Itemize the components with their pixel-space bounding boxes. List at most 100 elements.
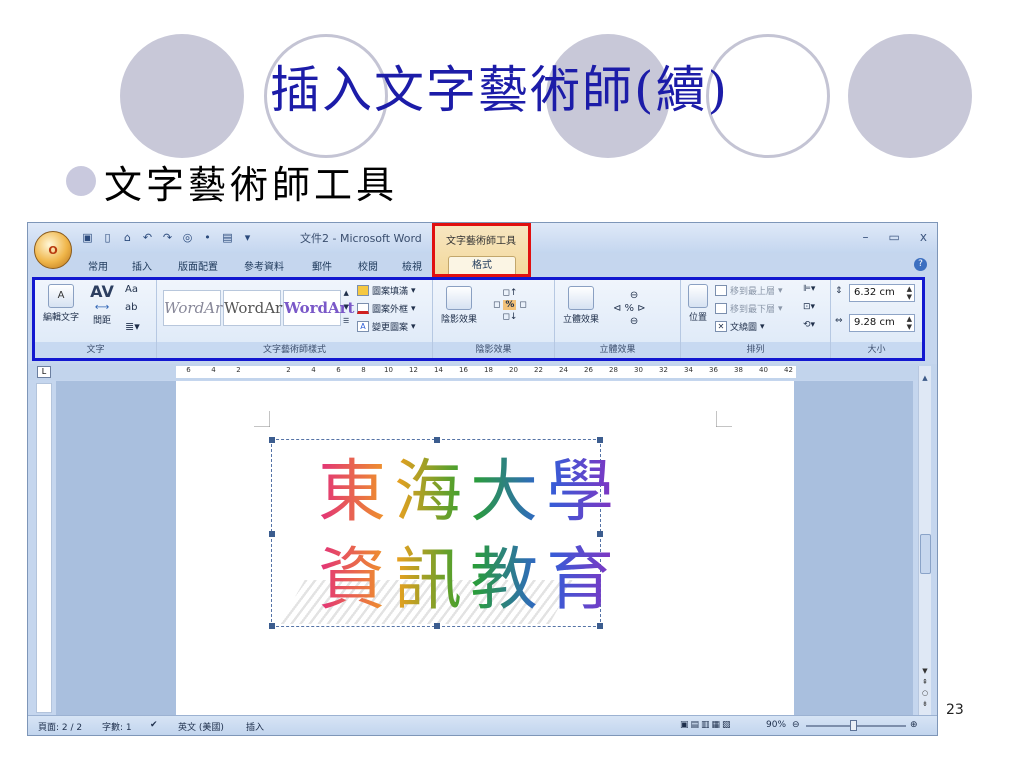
print-preview-icon[interactable]: ◎ xyxy=(180,231,195,245)
tilt-controls[interactable]: ⊖ ⊲ % ⊳ ⊖ xyxy=(613,290,646,327)
new-doc-icon[interactable]: ▯ xyxy=(100,231,115,245)
zoom-in-icon[interactable]: ⊕ xyxy=(910,720,918,730)
resize-handle[interactable] xyxy=(597,531,603,537)
height-spinner-icon[interactable]: ▲ ▼ xyxy=(907,285,912,301)
ruler-tick: 2 xyxy=(236,366,241,374)
minimize-button[interactable]: – xyxy=(863,230,869,244)
open-icon[interactable]: ▤ xyxy=(220,231,235,245)
insert-mode[interactable]: 插入 xyxy=(246,720,264,733)
resize-handle[interactable] xyxy=(597,623,603,629)
highlight-box xyxy=(432,223,531,277)
ruler-tick: 4 xyxy=(211,366,216,374)
wordart-object[interactable]: 東海大學 資訊教育 xyxy=(269,437,614,629)
width-input[interactable]: 9.28 cm ▲ ▼ xyxy=(849,314,915,332)
quick-access-toolbar: ▣ ▯ ⌂ ↶ ↷ ◎ • ▤ ▾ xyxy=(80,229,255,247)
zoom-slider-knob[interactable] xyxy=(850,720,857,731)
horizontal-ruler[interactable]: 6 4 2 2 4 6 8 10 12 14 16 18 20 22 24 26 28 30 32 34 36 38 40 4… xyxy=(176,366,796,378)
ruler-tick: 8 xyxy=(361,366,366,374)
width-spinner-icon[interactable]: ▲ ▼ xyxy=(907,315,912,331)
resize-handle[interactable] xyxy=(597,437,603,443)
zoom-out-icon[interactable]: ⊖ xyxy=(792,720,800,730)
help-icon[interactable]: ? xyxy=(914,258,927,271)
shadow-nudge-controls[interactable]: ◻↑ ◻ % ◻ ◻↓ xyxy=(493,288,527,322)
spacing-button[interactable]: AV ⟷ 間距 xyxy=(87,282,117,326)
aa-icon: Aa xyxy=(125,284,138,295)
send-back-icon xyxy=(715,303,727,314)
tilt-up-icon: ⊖ xyxy=(620,290,639,301)
position-button[interactable]: 位置 xyxy=(685,284,711,323)
wordart-style-3[interactable]: WordArt xyxy=(283,290,355,326)
resize-handle[interactable] xyxy=(434,623,440,629)
resize-handle[interactable] xyxy=(434,437,440,443)
send-back-button[interactable]: 移到最下層 ▾ xyxy=(715,302,783,315)
shape-fill-button[interactable]: 圖案填滿 ▾ xyxy=(357,284,416,297)
wrap-text-button[interactable]: ✕ 文繞圖 ▾ xyxy=(715,320,765,333)
ruler-tick: 6 xyxy=(186,366,191,374)
ruler-tick: 2 xyxy=(286,366,291,374)
change-shape-label: 變更圖案 xyxy=(372,323,409,333)
ruler-tick: 32 xyxy=(659,366,668,374)
tab-references[interactable]: 參考資料 xyxy=(244,258,284,273)
browse-object-icon[interactable]: ▼ ⇞ ○ ⇟ xyxy=(919,666,931,710)
tab-insert[interactable]: 插入 xyxy=(132,258,152,273)
align-button[interactable]: ≣▾ xyxy=(125,320,140,333)
vertical-scrollbar[interactable]: ▲ ▼ ⇞ ○ ⇟ xyxy=(918,366,931,716)
change-shape-button[interactable]: A 變更圖案 ▾ xyxy=(357,320,416,333)
view-buttons[interactable]: ▣▤▥▦▧ xyxy=(680,720,733,730)
nudge-up-icon: ◻↑ xyxy=(502,288,518,298)
bring-front-button[interactable]: 移到最上層 ▾ xyxy=(715,284,783,297)
customize-qat-icon[interactable]: ▾ xyxy=(240,231,255,245)
group-label-size: 大小 xyxy=(831,342,922,358)
shape-outline-button[interactable]: 圖案外框 ▾ xyxy=(357,302,416,315)
document-page[interactable]: 東海大學 資訊教育 xyxy=(176,381,794,715)
resize-handle[interactable] xyxy=(269,531,275,537)
tab-selector-icon[interactable]: L xyxy=(37,366,51,378)
format-painter-icon[interactable]: • xyxy=(200,231,215,245)
group-shadow: 陰影效果 ◻↑ ◻ % ◻ ◻↓ 陰影效果 xyxy=(433,280,555,358)
resize-handle[interactable] xyxy=(269,437,275,443)
office-button[interactable]: O xyxy=(34,231,72,269)
undo-icon[interactable]: ↶ xyxy=(140,231,155,245)
send-back-label: 移到最下層 xyxy=(730,305,776,315)
wordart-style-1[interactable]: WordArt xyxy=(163,290,228,326)
word-count[interactable]: 字數: 1 xyxy=(102,720,132,733)
scroll-up-icon[interactable]: ▲ xyxy=(919,374,931,382)
3d-effects-button[interactable]: 立體效果 xyxy=(559,286,603,325)
ruler-tick: 40 xyxy=(759,366,768,374)
3d-effects-label: 立體效果 xyxy=(562,315,599,325)
proofing-icon[interactable]: ✔ xyxy=(150,720,158,730)
vertical-ruler[interactable] xyxy=(36,383,52,713)
group-wordart-styles: WordArt WordArt WordArt ▲ ▼ ☰ 圖案填滿 ▾ 圖案外框… xyxy=(157,280,433,358)
language-indicator[interactable]: 英文 (美國) xyxy=(178,720,224,733)
height-input[interactable]: 6.32 cm ▲ ▼ xyxy=(849,284,915,302)
position-label: 位置 xyxy=(688,313,707,323)
shadow-effects-button[interactable]: 陰影效果 xyxy=(437,286,481,325)
resize-handle[interactable] xyxy=(269,623,275,629)
redo-icon[interactable]: ↷ xyxy=(160,231,175,245)
vertical-text-button[interactable]: ab xyxy=(125,302,137,313)
wordart-style-2[interactable]: WordArt xyxy=(223,290,288,326)
page-count[interactable]: 頁面: 2 / 2 xyxy=(38,720,82,733)
maximize-button[interactable]: ▭ xyxy=(889,230,900,244)
edit-text-button[interactable]: A 編輯文字 xyxy=(39,284,83,323)
save-icon[interactable]: ▣ xyxy=(80,231,95,245)
scroll-thumb[interactable] xyxy=(920,534,931,574)
align-objects-button[interactable]: ⊫▾ xyxy=(803,284,815,294)
fill-bucket-icon xyxy=(357,285,369,296)
open-folder-icon[interactable]: ⌂ xyxy=(120,231,135,245)
group-objects-button[interactable]: ⊡▾ xyxy=(803,302,815,312)
3d-box-icon xyxy=(568,286,594,310)
close-button[interactable]: x xyxy=(920,230,927,244)
group-label-text: 文字 xyxy=(35,342,156,358)
rotate-button[interactable]: ⟲▾ xyxy=(803,320,815,330)
gallery-scroll[interactable]: ▲ ▼ ☰ xyxy=(343,288,349,327)
zoom-level[interactable]: 90% xyxy=(766,720,786,730)
tab-view[interactable]: 檢視 xyxy=(402,258,422,273)
tab-home[interactable]: 常用 xyxy=(88,258,108,273)
tab-page-layout[interactable]: 版面配置 xyxy=(178,258,218,273)
tab-review[interactable]: 校閱 xyxy=(358,258,378,273)
group-size: ⇕ 6.32 cm ▲ ▼ ⇔ 9.28 cm ▲ ▼ 大小 xyxy=(831,280,922,358)
window-controls: – ▭ x xyxy=(863,230,927,244)
same-height-button[interactable]: Aa xyxy=(125,284,138,295)
tab-mailings[interactable]: 郵件 xyxy=(312,258,332,273)
